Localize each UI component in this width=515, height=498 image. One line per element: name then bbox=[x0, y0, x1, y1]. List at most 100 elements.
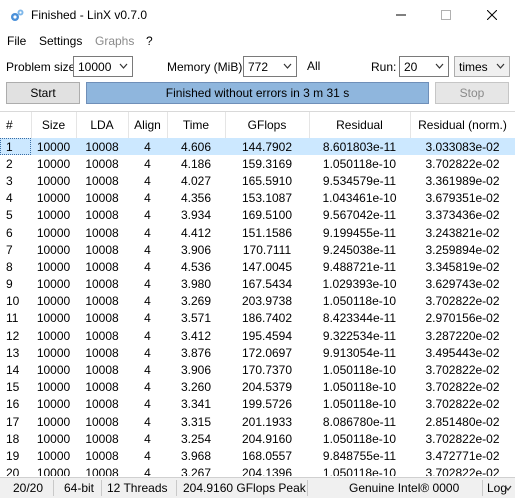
cell-align: 4 bbox=[144, 363, 151, 378]
cell-time: 4.412 bbox=[180, 225, 212, 240]
cell-residual: 8.086780e-11 bbox=[322, 414, 397, 429]
status-arch: 64-bit bbox=[64, 481, 95, 495]
cell-index: 4 bbox=[6, 191, 13, 206]
column-header-size[interactable]: Size bbox=[31, 112, 77, 138]
cell-residual: 9.488721e-11 bbox=[322, 259, 397, 274]
cell-size: 10000 bbox=[36, 328, 71, 343]
cell-lda: 10008 bbox=[85, 431, 119, 446]
cell-align: 4 bbox=[144, 466, 151, 476]
cell-gflops: 169.5100 bbox=[241, 208, 293, 223]
cell-time: 3.934 bbox=[180, 208, 212, 223]
cell-lda: 10008 bbox=[85, 363, 119, 378]
cell-time: 3.906 bbox=[180, 242, 212, 257]
table-row[interactable]: 15 10000 10008 4 3.260 204.5379 1.050118e-10 3.… bbox=[0, 379, 515, 396]
table-row[interactable]: 3 10000 10008 4 4.027 165.5910 9.534579e-11 3.3… bbox=[0, 172, 515, 189]
cell-lda: 10008 bbox=[85, 208, 119, 223]
column-header-lda[interactable]: LDA bbox=[76, 112, 129, 138]
table-row[interactable]: 17 10000 10008 4 3.315 201.1933 8.086780e-11 2.… bbox=[0, 413, 515, 430]
table-row[interactable]: 16 10000 10008 4 3.341 199.5726 1.050118e-10 3.… bbox=[0, 396, 515, 413]
menu-help[interactable]: ? bbox=[146, 34, 153, 48]
table-body: 1 10000 10008 4 4.606 144.7902 8.601803e-11 3.0… bbox=[0, 138, 515, 476]
cell-align: 4 bbox=[144, 345, 151, 360]
cell-gflops: 195.4594 bbox=[241, 328, 293, 343]
cell-gflops: 159.3169 bbox=[241, 156, 293, 171]
start-button[interactable]: Start bbox=[6, 82, 80, 104]
table-row[interactable]: 11 10000 10008 4 3.571 186.7402 8.423344e-11 2.… bbox=[0, 310, 515, 327]
column-header-gflops[interactable]: GFlops bbox=[225, 112, 310, 138]
cell-size: 10000 bbox=[36, 156, 71, 171]
cell-lda: 10008 bbox=[85, 294, 119, 309]
cell-index: 9 bbox=[6, 277, 13, 292]
cell-size: 10000 bbox=[36, 397, 71, 412]
table-row[interactable]: 9 10000 10008 4 3.980 167.5434 1.029393e-10 3.6… bbox=[0, 276, 515, 293]
column-header-align[interactable]: Align bbox=[128, 112, 168, 138]
cell-gflops: 199.5726 bbox=[241, 397, 293, 412]
cell-lda: 10008 bbox=[85, 156, 119, 171]
table-row[interactable]: 4 10000 10008 4 4.356 153.1087 1.043461e-10 3.6… bbox=[0, 190, 515, 207]
table-row[interactable]: 1 10000 10008 4 4.606 144.7902 8.601803e-11 3.0… bbox=[0, 138, 515, 156]
stop-button[interactable]: Stop bbox=[435, 82, 509, 104]
table-row[interactable]: 20 10000 10008 4 3.267 204.1396 1.050118e-10 3.… bbox=[0, 465, 515, 476]
table-row[interactable]: 19 10000 10008 4 3.968 168.0557 9.848755e-11 3.… bbox=[0, 447, 515, 464]
table-row[interactable]: 14 10000 10008 4 3.906 170.7370 1.050118e-10 3.… bbox=[0, 361, 515, 378]
cell-size: 10000 bbox=[36, 380, 71, 395]
menu-graphs[interactable]: Graphs bbox=[95, 34, 134, 48]
cell-align: 4 bbox=[144, 225, 151, 240]
table-row[interactable]: 12 10000 10008 4 3.412 195.4594 9.322534e-11 3.… bbox=[0, 327, 515, 344]
menu-bar: File Settings Graphs ? bbox=[0, 31, 515, 51]
close-button[interactable] bbox=[469, 0, 515, 30]
run-unit-select[interactable]: times bbox=[454, 56, 510, 77]
memory-select[interactable]: 772 bbox=[243, 56, 297, 77]
cell-align: 4 bbox=[144, 259, 151, 274]
minimize-button[interactable] bbox=[378, 0, 424, 30]
cell-gflops: 147.0045 bbox=[241, 259, 293, 274]
table-row[interactable]: 18 10000 10008 4 3.254 204.9160 1.050118e-10 3.… bbox=[0, 430, 515, 447]
table-row[interactable]: 2 10000 10008 4 4.186 159.3169 1.050118e-10 3.7… bbox=[0, 155, 515, 172]
progress-text: Finished without errors in 3 m 31 s bbox=[165, 86, 350, 100]
cell-residual: 1.050118e-10 bbox=[322, 156, 397, 171]
cell-residual-norm: 3.287220e-02 bbox=[425, 328, 500, 343]
cell-time: 3.876 bbox=[180, 345, 212, 360]
table-row[interactable]: 8 10000 10008 4 4.536 147.0045 9.488721e-11 3.3… bbox=[0, 258, 515, 275]
table-row[interactable]: 10 10000 10008 4 3.269 203.9738 1.050118e-10 3.… bbox=[0, 293, 515, 310]
cell-residual-norm: 3.702822e-02 bbox=[425, 363, 500, 378]
cell-gflops: 167.5434 bbox=[241, 277, 293, 292]
status-cpu: Genuine Intel® 0000 bbox=[349, 481, 460, 495]
menu-file[interactable]: File bbox=[7, 34, 26, 48]
cell-index: 7 bbox=[6, 242, 13, 257]
cell-residual-norm: 3.259894e-02 bbox=[425, 242, 500, 257]
cell-index: 19 bbox=[6, 448, 20, 463]
column-header-index[interactable]: # bbox=[0, 112, 32, 138]
maximize-button[interactable] bbox=[423, 0, 469, 30]
cell-align: 4 bbox=[144, 277, 151, 292]
table-row[interactable]: 5 10000 10008 4 3.934 169.5100 9.567042e-11 3.3… bbox=[0, 207, 515, 224]
column-header-residual-norm[interactable]: Residual (norm.) bbox=[410, 112, 515, 138]
cell-residual-norm: 3.472771e-02 bbox=[425, 448, 500, 463]
column-header-residual[interactable]: Residual bbox=[309, 112, 411, 138]
status-separator bbox=[53, 480, 54, 496]
cell-time: 3.341 bbox=[180, 397, 212, 412]
run-count-select[interactable]: 20 bbox=[399, 56, 449, 77]
table-row[interactable]: 13 10000 10008 4 3.876 172.0697 9.913054e-11 3.… bbox=[0, 344, 515, 361]
cell-align: 4 bbox=[128, 138, 167, 156]
status-separator bbox=[101, 480, 102, 496]
table-row[interactable]: 7 10000 10008 4 3.906 170.7111 9.245038e-11 3.2… bbox=[0, 241, 515, 258]
cell-residual-norm: 3.702822e-02 bbox=[425, 380, 500, 395]
problem-size-select[interactable]: 10000 bbox=[73, 56, 133, 77]
column-header-time[interactable]: Time bbox=[167, 112, 226, 138]
cell-time: 3.254 bbox=[180, 431, 212, 446]
cell-time: 3.571 bbox=[180, 311, 212, 326]
cell-residual-norm: 3.679351e-02 bbox=[425, 191, 500, 206]
cell-index: 10 bbox=[6, 294, 20, 309]
chevron-down-icon bbox=[119, 63, 128, 69]
cell-residual-norm: 3.495443e-02 bbox=[425, 345, 500, 360]
run-count-value: 20 bbox=[404, 60, 418, 74]
cell-time: 4.536 bbox=[180, 259, 212, 274]
memory-all-button[interactable]: All bbox=[307, 59, 320, 73]
cell-size: 10000 bbox=[31, 138, 76, 156]
table-row[interactable]: 6 10000 10008 4 4.412 151.1586 9.199455e-11 3.2… bbox=[0, 224, 515, 241]
menu-settings[interactable]: Settings bbox=[39, 34, 82, 48]
cell-index: 20 bbox=[6, 466, 20, 476]
cell-residual: 9.848755e-11 bbox=[322, 448, 397, 463]
cell-index: 18 bbox=[6, 431, 20, 446]
